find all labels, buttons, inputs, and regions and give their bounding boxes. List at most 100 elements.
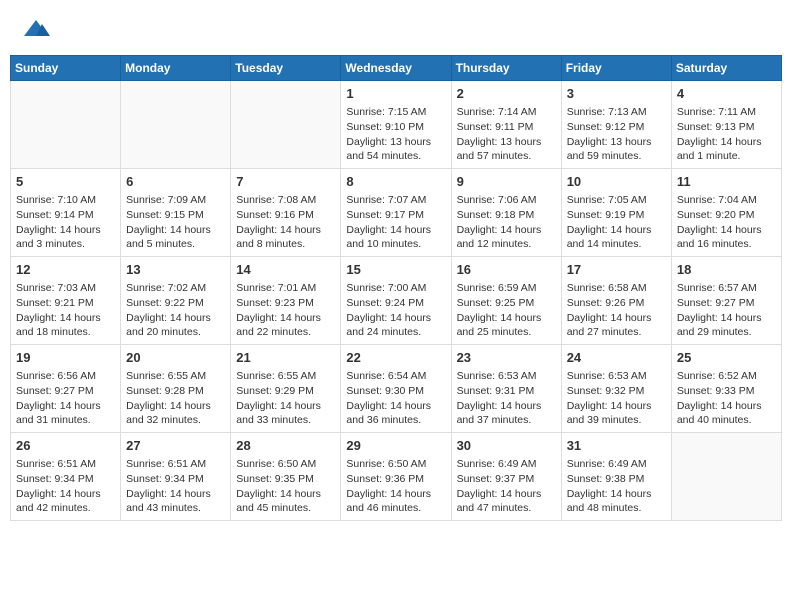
weekday-header-tuesday: Tuesday xyxy=(231,56,341,81)
day-info: Sunrise: 7:04 AMSunset: 9:20 PMDaylight:… xyxy=(677,193,776,252)
calendar-cell xyxy=(121,81,231,169)
day-number: 27 xyxy=(126,437,225,455)
day-info: Sunrise: 6:50 AMSunset: 9:36 PMDaylight:… xyxy=(346,457,445,516)
calendar-cell: 10 Sunrise: 7:05 AMSunset: 9:19 PMDayligh… xyxy=(561,169,671,257)
day-number: 13 xyxy=(126,261,225,279)
day-number: 1 xyxy=(346,85,445,103)
day-info: Sunrise: 6:49 AMSunset: 9:38 PMDaylight:… xyxy=(567,457,666,516)
day-info: Sunrise: 7:08 AMSunset: 9:16 PMDaylight:… xyxy=(236,193,335,252)
day-number: 3 xyxy=(567,85,666,103)
calendar-week-4: 19 Sunrise: 6:56 AMSunset: 9:27 PMDayligh… xyxy=(11,345,782,433)
day-number: 22 xyxy=(346,349,445,367)
calendar-week-1: 1 Sunrise: 7:15 AMSunset: 9:10 PMDaylight… xyxy=(11,81,782,169)
day-number: 15 xyxy=(346,261,445,279)
day-info: Sunrise: 6:49 AMSunset: 9:37 PMDaylight:… xyxy=(457,457,556,516)
day-number: 9 xyxy=(457,173,556,191)
day-info: Sunrise: 7:10 AMSunset: 9:14 PMDaylight:… xyxy=(16,193,115,252)
day-number: 25 xyxy=(677,349,776,367)
calendar-table: SundayMondayTuesdayWednesdayThursdayFrid… xyxy=(10,55,782,521)
calendar-cell: 29 Sunrise: 6:50 AMSunset: 9:36 PMDayligh… xyxy=(341,432,451,520)
day-number: 20 xyxy=(126,349,225,367)
calendar-cell: 5Sunrise: 7:10 AMSunset: 9:14 PMDaylight… xyxy=(11,169,121,257)
day-number: 8 xyxy=(346,173,445,191)
day-info: Sunrise: 6:54 AMSunset: 9:30 PMDaylight:… xyxy=(346,369,445,428)
calendar-cell xyxy=(671,432,781,520)
weekday-header-row: SundayMondayTuesdayWednesdayThursdayFrid… xyxy=(11,56,782,81)
day-info: Sunrise: 6:57 AMSunset: 9:27 PMDaylight:… xyxy=(677,281,776,340)
day-info: Sunrise: 6:58 AMSunset: 9:26 PMDaylight:… xyxy=(567,281,666,340)
day-number: 26 xyxy=(16,437,115,455)
calendar-cell: 19 Sunrise: 6:56 AMSunset: 9:27 PMDayligh… xyxy=(11,345,121,433)
day-number: 21 xyxy=(236,349,335,367)
weekday-header-thursday: Thursday xyxy=(451,56,561,81)
day-number: 28 xyxy=(236,437,335,455)
day-number: 31 xyxy=(567,437,666,455)
day-info: Sunrise: 7:15 AMSunset: 9:10 PMDaylight:… xyxy=(346,105,445,164)
day-info: Sunrise: 7:02 AMSunset: 9:22 PMDaylight:… xyxy=(126,281,225,340)
day-info: Sunrise: 6:51 AMSunset: 9:34 PMDaylight:… xyxy=(126,457,225,516)
logo xyxy=(20,18,50,45)
calendar-cell: 11 Sunrise: 7:04 AMSunset: 9:20 PMDayligh… xyxy=(671,169,781,257)
calendar-cell: 23 Sunrise: 6:53 AMSunset: 9:31 PMDayligh… xyxy=(451,345,561,433)
calendar-week-2: 5Sunrise: 7:10 AMSunset: 9:14 PMDaylight… xyxy=(11,169,782,257)
day-info: Sunrise: 7:13 AMSunset: 9:12 PMDaylight:… xyxy=(567,105,666,164)
calendar-week-5: 26 Sunrise: 6:51 AMSunset: 9:34 PMDayligh… xyxy=(11,432,782,520)
day-info: Sunrise: 6:53 AMSunset: 9:32 PMDaylight:… xyxy=(567,369,666,428)
day-info: Sunrise: 6:59 AMSunset: 9:25 PMDaylight:… xyxy=(457,281,556,340)
day-info: Sunrise: 6:50 AMSunset: 9:35 PMDaylight:… xyxy=(236,457,335,516)
weekday-header-saturday: Saturday xyxy=(671,56,781,81)
day-info: Sunrise: 6:51 AMSunset: 9:34 PMDaylight:… xyxy=(16,457,115,516)
calendar-cell: 17 Sunrise: 6:58 AMSunset: 9:26 PMDayligh… xyxy=(561,257,671,345)
day-info: Sunrise: 7:06 AMSunset: 9:18 PMDaylight:… xyxy=(457,193,556,252)
day-info: Sunrise: 7:01 AMSunset: 9:23 PMDaylight:… xyxy=(236,281,335,340)
day-number: 4 xyxy=(677,85,776,103)
day-number: 29 xyxy=(346,437,445,455)
calendar-cell: 24 Sunrise: 6:53 AMSunset: 9:32 PMDayligh… xyxy=(561,345,671,433)
calendar-cell: 8 Sunrise: 7:07 AMSunset: 9:17 PMDaylight… xyxy=(341,169,451,257)
calendar-cell: 6Sunrise: 7:09 AMSunset: 9:15 PMDaylight… xyxy=(121,169,231,257)
calendar-cell: 16 Sunrise: 6:59 AMSunset: 9:25 PMDayligh… xyxy=(451,257,561,345)
weekday-header-wednesday: Wednesday xyxy=(341,56,451,81)
logo-icon xyxy=(22,18,50,40)
day-number: 10 xyxy=(567,173,666,191)
calendar-cell: 21 Sunrise: 6:55 AMSunset: 9:29 PMDayligh… xyxy=(231,345,341,433)
calendar-cell: 22 Sunrise: 6:54 AMSunset: 9:30 PMDayligh… xyxy=(341,345,451,433)
day-number: 17 xyxy=(567,261,666,279)
day-info: Sunrise: 7:05 AMSunset: 9:19 PMDaylight:… xyxy=(567,193,666,252)
day-number: 19 xyxy=(16,349,115,367)
calendar-cell: 3 Sunrise: 7:13 AMSunset: 9:12 PMDaylight… xyxy=(561,81,671,169)
day-info: Sunrise: 7:09 AMSunset: 9:15 PMDaylight:… xyxy=(126,193,225,252)
day-info: Sunrise: 6:56 AMSunset: 9:27 PMDaylight:… xyxy=(16,369,115,428)
day-number: 14 xyxy=(236,261,335,279)
calendar-cell: 13 Sunrise: 7:02 AMSunset: 9:22 PMDayligh… xyxy=(121,257,231,345)
day-info: Sunrise: 7:00 AMSunset: 9:24 PMDaylight:… xyxy=(346,281,445,340)
day-info: Sunrise: 6:55 AMSunset: 9:28 PMDaylight:… xyxy=(126,369,225,428)
calendar-cell xyxy=(231,81,341,169)
day-info: Sunrise: 7:07 AMSunset: 9:17 PMDaylight:… xyxy=(346,193,445,252)
calendar-cell xyxy=(11,81,121,169)
day-number: 11 xyxy=(677,173,776,191)
day-info: Sunrise: 7:11 AMSunset: 9:13 PMDaylight:… xyxy=(677,105,776,164)
day-number: 18 xyxy=(677,261,776,279)
day-info: Sunrise: 6:53 AMSunset: 9:31 PMDaylight:… xyxy=(457,369,556,428)
calendar-cell: 14 Sunrise: 7:01 AMSunset: 9:23 PMDayligh… xyxy=(231,257,341,345)
calendar-cell: 25 Sunrise: 6:52 AMSunset: 9:33 PMDayligh… xyxy=(671,345,781,433)
calendar-cell: 1 Sunrise: 7:15 AMSunset: 9:10 PMDaylight… xyxy=(341,81,451,169)
calendar-cell: 9 Sunrise: 7:06 AMSunset: 9:18 PMDaylight… xyxy=(451,169,561,257)
day-number: 12 xyxy=(16,261,115,279)
calendar-cell: 7Sunrise: 7:08 AMSunset: 9:16 PMDaylight… xyxy=(231,169,341,257)
day-number: 30 xyxy=(457,437,556,455)
day-info: Sunrise: 6:52 AMSunset: 9:33 PMDaylight:… xyxy=(677,369,776,428)
day-info: Sunrise: 7:14 AMSunset: 9:11 PMDaylight:… xyxy=(457,105,556,164)
day-number: 24 xyxy=(567,349,666,367)
calendar-cell: 27 Sunrise: 6:51 AMSunset: 9:34 PMDayligh… xyxy=(121,432,231,520)
calendar-cell: 2 Sunrise: 7:14 AMSunset: 9:11 PMDaylight… xyxy=(451,81,561,169)
weekday-header-monday: Monday xyxy=(121,56,231,81)
day-info: Sunrise: 6:55 AMSunset: 9:29 PMDaylight:… xyxy=(236,369,335,428)
weekday-header-sunday: Sunday xyxy=(11,56,121,81)
day-number: 23 xyxy=(457,349,556,367)
day-number: 2 xyxy=(457,85,556,103)
calendar-cell: 4 Sunrise: 7:11 AMSunset: 9:13 PMDaylight… xyxy=(671,81,781,169)
day-number: 16 xyxy=(457,261,556,279)
calendar-cell: 12Sunrise: 7:03 AMSunset: 9:21 PMDayligh… xyxy=(11,257,121,345)
